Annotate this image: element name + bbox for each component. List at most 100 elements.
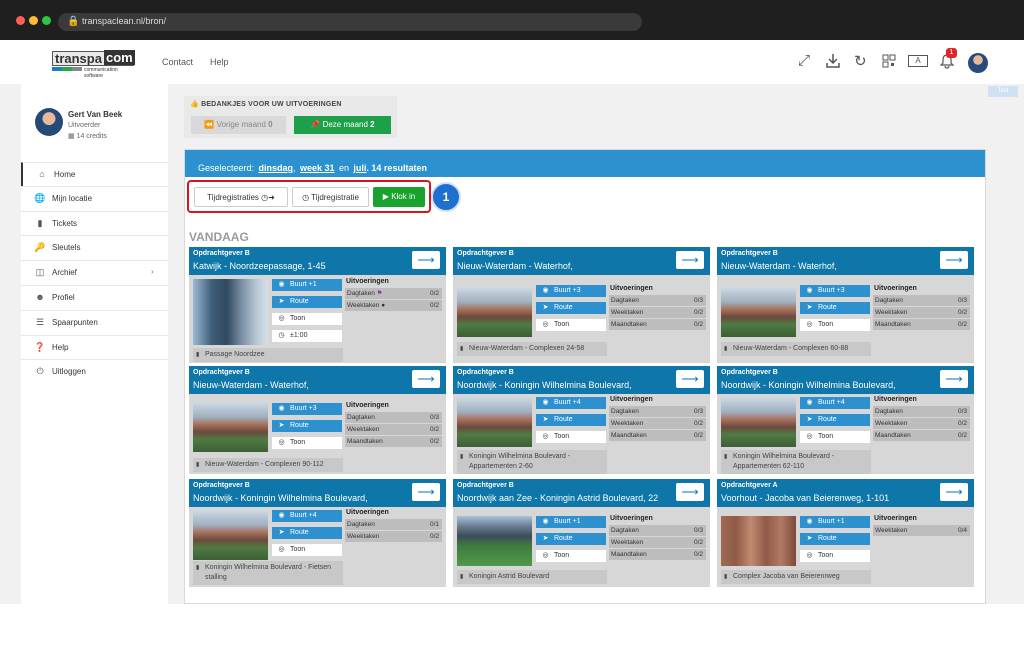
sidebar-item-tickets[interactable]: ▮ Tickets (21, 211, 168, 235)
open-arrow-button[interactable]: ⟶ (940, 483, 968, 501)
location-label: ▮ Koningin Wilhelmina Boulevard - Apparte… (721, 450, 871, 474)
toon-button[interactable]: ◎ Toon (272, 544, 342, 556)
sidebar-item-spaarpunten[interactable]: ☰ Spaarpunten (21, 310, 168, 334)
route-button[interactable]: ➤ Route (800, 533, 870, 545)
buurt-button[interactable]: ◉ Buurt +4 (536, 397, 606, 409)
location-photo (457, 397, 532, 447)
sidebar-item-help[interactable]: ❓ Help (21, 335, 168, 359)
this-month-button[interactable]: 📌 Deze maand 2 (294, 116, 391, 134)
info-icon: ● (381, 302, 386, 309)
location-photo (721, 397, 796, 447)
address-bar[interactable]: 🔒 transpaclean.nl/bron/ (58, 13, 642, 31)
route-button[interactable]: ➤ Route (272, 420, 342, 432)
open-arrow-button[interactable]: ⟶ (940, 251, 968, 269)
buurt-button[interactable]: ◉ Buurt +3 (272, 403, 342, 415)
sidebar-item-profiel[interactable]: ☻ Profiel (21, 285, 168, 309)
route-button[interactable]: ➤ Route (536, 414, 606, 426)
feedback-tab[interactable]: Test (988, 86, 1018, 97)
buurt-button[interactable]: ◉ Buurt +4 (800, 397, 870, 409)
task-row: Dagtaken 0/3 (609, 525, 706, 536)
nav-contact[interactable]: Contact (162, 57, 193, 67)
toon-button[interactable]: ◎ Toon (536, 550, 606, 562)
play-icon: ▶ (382, 192, 389, 201)
nav-help[interactable]: Help (210, 57, 229, 67)
eye-icon: ◎ (278, 546, 285, 553)
sidebar-item-archief[interactable]: ◫ Archief › (21, 260, 168, 284)
toon-button[interactable]: ◎ Toon (800, 319, 870, 331)
eye-icon: ◎ (278, 315, 285, 322)
buurt-button[interactable]: ◉ Buurt +3 (536, 285, 606, 297)
toon-button[interactable]: ◎ Toon (272, 313, 342, 325)
expand-icon[interactable]: ⤢ (798, 52, 810, 69)
open-arrow-button[interactable]: ⟶ (676, 370, 704, 388)
task-row: Weektaken 0/2 (873, 418, 970, 429)
sidebar-item-home[interactable]: ⌂ Home (21, 162, 168, 186)
sidebar-item-mijn-locatie[interactable]: 🌐 Mijn locatie (21, 186, 168, 210)
open-arrow-button[interactable]: ⟶ (412, 370, 440, 388)
qr-icon[interactable] (882, 54, 896, 68)
translate-icon[interactable]: A (908, 55, 928, 67)
previous-month-button[interactable]: ⏪ Vorige maand 0 (191, 116, 286, 134)
clock-in-button[interactable]: ▶ Klok in (373, 187, 425, 207)
navigation-icon: ➤ (542, 304, 549, 311)
buurt-button[interactable]: ◉ Buurt +1 (272, 279, 342, 291)
buurt-button[interactable]: ◉ Buurt +4 (272, 510, 342, 522)
selected-month-link[interactable]: juli (353, 163, 366, 173)
selected-week-link[interactable]: week 31 (300, 163, 335, 173)
task-row: Maandtaken 0/2 (345, 436, 442, 447)
task-row: Weektaken 0/2 (345, 531, 442, 542)
open-arrow-button[interactable]: ⟶ (676, 251, 704, 269)
download-icon[interactable] (825, 53, 841, 69)
map-marker-icon: ◉ (542, 287, 549, 294)
toon-button[interactable]: ◎ Toon (800, 550, 870, 562)
task-card[interactable]: Opdrachtgever B Noordwijk - Koningin Wil… (453, 366, 710, 474)
route-button[interactable]: ➤ Route (272, 296, 342, 308)
route-button[interactable]: ➤ Route (536, 533, 606, 545)
route-button[interactable]: ➤ Route (800, 414, 870, 426)
toon-button[interactable]: ◎ Toon (800, 431, 870, 443)
coins-icon: ☰ (35, 317, 45, 327)
flag-icon: ⚑ (376, 290, 383, 297)
route-button[interactable]: ➤ Route (800, 302, 870, 314)
close-window-icon[interactable] (16, 16, 25, 25)
selected-day-link[interactable]: dinsdag (258, 163, 293, 173)
task-row: Maandtaken 0/2 (609, 319, 706, 330)
avatar[interactable] (968, 53, 988, 73)
task-card[interactable]: Opdrachtgever B Nieuw-Waterdam - Waterho… (717, 247, 974, 363)
task-card[interactable]: Opdrachtgever B Noordwijk - Koningin Wil… (717, 366, 974, 474)
open-arrow-button[interactable]: ⟶ (940, 370, 968, 388)
toon-button[interactable]: ◎ Toon (272, 437, 342, 449)
sidebar-item-uitloggen[interactable]: ⏻ Uitloggen (21, 359, 168, 383)
toon-button[interactable]: ◎ Toon (536, 319, 606, 331)
buurt-button[interactable]: ◉ Buurt +3 (800, 285, 870, 297)
location-label: ▮ Complex Jacoba van Beierenrweg (721, 570, 871, 584)
eye-icon: ◎ (542, 433, 549, 440)
sidebar-item-sleutels[interactable]: 🔑 Sleutels (21, 235, 168, 259)
open-arrow-button[interactable]: ⟶ (676, 483, 704, 501)
task-card[interactable]: Opdrachtgever B Katwijk - Noordzeepassag… (189, 247, 446, 363)
user-icon: ☻ (35, 292, 45, 302)
buurt-button[interactable]: ◉ Buurt +1 (536, 516, 606, 528)
task-card[interactable]: Opdrachtgever B Nieuw-Waterdam - Waterho… (189, 366, 446, 474)
open-arrow-button[interactable]: ⟶ (412, 251, 440, 269)
buurt-button[interactable]: ◉ Buurt +1 (800, 516, 870, 528)
task-card[interactable]: Opdrachtgever B Noordwijk aan Zee - Koni… (453, 479, 710, 587)
location-label: ▮ Koningin Wilhelmina Boulevard - Fietsen… (193, 561, 343, 585)
app-header: transpa com communication software Conta… (0, 40, 1024, 84)
open-arrow-button[interactable]: ⟶ (412, 483, 440, 501)
navigation-icon: ➤ (806, 416, 813, 423)
toon-button[interactable]: ◎ Toon (536, 431, 606, 443)
route-button[interactable]: ➤ Route (272, 527, 342, 539)
minimize-window-icon[interactable] (29, 16, 38, 25)
logo[interactable]: transpa com communication software (52, 50, 135, 79)
route-button[interactable]: ➤ Route (536, 302, 606, 314)
refresh-icon[interactable]: ↻ (854, 52, 867, 70)
time-registrations-button[interactable]: Tijdregistraties ◷➜ (194, 187, 288, 207)
clock-icon: ◷ (278, 332, 285, 339)
maximize-window-icon[interactable] (42, 16, 51, 25)
building-icon: ▮ (724, 574, 728, 580)
time-registration-button[interactable]: ◷ Tijdregistratie (292, 187, 369, 207)
task-card[interactable]: Opdrachtgever B Noordwijk - Koningin Wil… (189, 479, 446, 587)
task-card[interactable]: Opdrachtgever A Voorhout - Jacoba van Be… (717, 479, 974, 587)
task-card[interactable]: Opdrachtgever B Nieuw-Waterdam - Waterho… (453, 247, 710, 363)
